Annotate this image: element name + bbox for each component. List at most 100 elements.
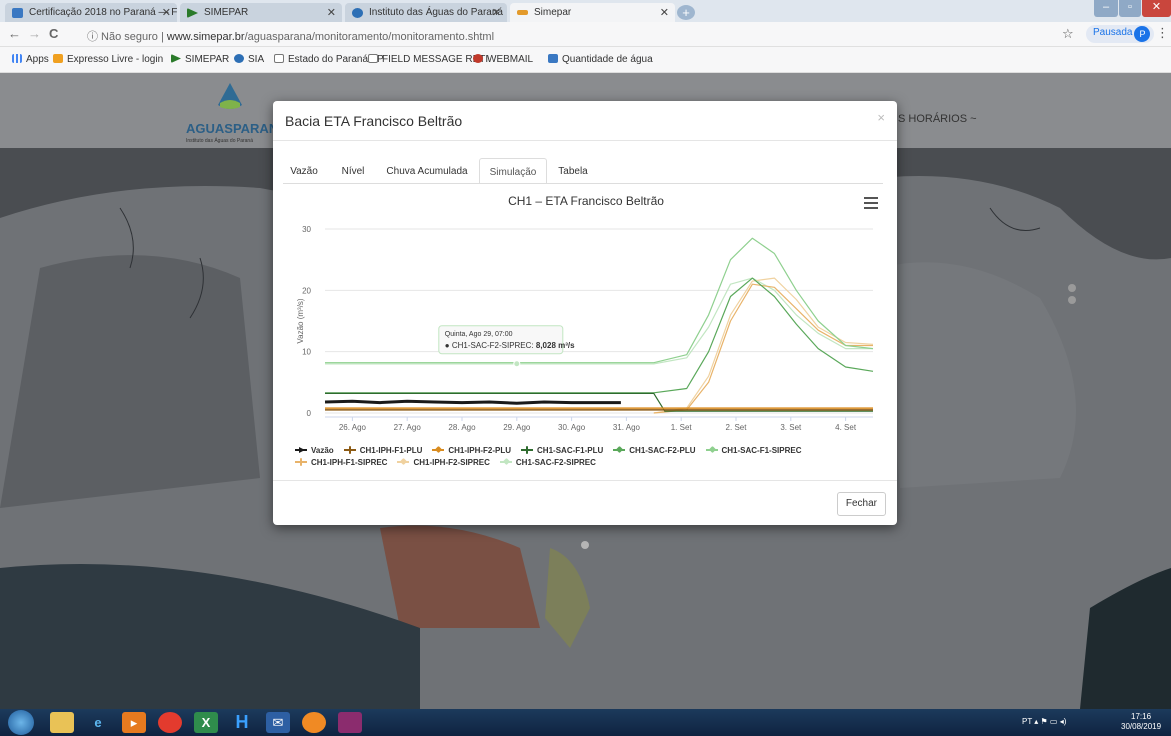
modal-title: Bacia ETA Francisco Beltrão — [285, 113, 463, 129]
legend-label: CH1-SAC-F1-PLU — [537, 446, 604, 455]
start-button[interactable] — [8, 710, 34, 735]
chart-legend: Vazão CH1-IPH-F1-PLU CH1-IPH-F2-PLU CH1-SAC… — [295, 445, 875, 469]
x-tick-label: 4. Set — [835, 423, 857, 432]
simulation-chart: CH1 – ETA Francisco Beltrão 0 10 20 30 26. A… — [291, 187, 881, 477]
browser-tab-simepar-active[interactable]: Simepar ✕ — [510, 3, 675, 22]
explorer-icon[interactable] — [50, 712, 74, 733]
security-indicator[interactable]: ⓘ Não seguro — [87, 31, 158, 43]
legend-marker — [705, 445, 718, 454]
fechar-button[interactable]: Fechar — [836, 492, 886, 516]
tray-language[interactable]: PT ▴ ⚑ ▭ ◂) — [1022, 717, 1066, 726]
outlook-icon[interactable]: ✉ — [266, 712, 290, 733]
favicon-icon — [187, 8, 198, 18]
series-line — [325, 277, 873, 365]
legend-label: CH1-IPH-F1-PLU — [359, 446, 423, 455]
y-tick-label: 0 — [307, 409, 312, 418]
legend-item[interactable]: CH1-SAC-F1-SIPREC — [705, 445, 802, 457]
media-player-icon[interactable]: ▸ — [122, 712, 146, 733]
tab-chuva-acumulada[interactable]: Chuva Acumulada — [379, 158, 475, 184]
legend-item[interactable]: CH1-SAC-F1-PLU — [521, 445, 603, 457]
bookmark-expresso[interactable]: Expresso Livre - login — [53, 54, 163, 65]
browser-tab-certificacao[interactable]: Certificação 2018 no Paraná — F ✕ — [5, 3, 177, 22]
tab-vazao[interactable]: Vazão — [283, 158, 325, 184]
page-icon — [368, 54, 378, 63]
bookmark-simepar[interactable]: SIMEPAR — [171, 54, 229, 65]
y-axis-label: Vazão (m³/s) — [296, 298, 305, 344]
legend-label: CH1-SAC-F2-SIPREC — [515, 458, 596, 467]
close-tab-icon[interactable]: ✕ — [327, 6, 336, 19]
tooltip-date: Quinta, Ago 29, 07:00 — [445, 331, 513, 338]
firefox-icon[interactable] — [302, 712, 326, 733]
legend-item[interactable]: CH1-SAC-F2-PLU — [613, 445, 696, 457]
url-path: /aguasparana/monitoramento/monitoramento… — [244, 31, 495, 43]
legend-label: CH1-SAC-F2-PLU — [629, 446, 696, 455]
winrar-icon[interactable] — [338, 712, 362, 733]
url-host: www.simepar.br — [166, 31, 245, 43]
bookmark-label: SIA — [248, 54, 265, 65]
site-menu-horarios[interactable]: S HORÁRIOS ~ — [898, 113, 977, 125]
water-drop-icon — [218, 83, 242, 109]
webmail-icon — [473, 54, 483, 63]
x-tick-label: 31. Ago — [613, 423, 641, 432]
browser-menu-icon[interactable]: ⋮ — [1156, 25, 1169, 41]
tab-title: Simepar — [534, 7, 572, 18]
legend-item[interactable]: CH1-IPH-F2-PLU — [432, 445, 511, 457]
tab-title: Certificação 2018 no Paraná — F — [29, 7, 177, 18]
legend-item[interactable]: CH1-IPH-F1-PLU — [343, 445, 423, 457]
new-tab-button[interactable]: + — [677, 5, 695, 20]
legend-label: CH1-SAC-F1-SIPREC — [721, 446, 802, 455]
legend-label: CH1-IPH-F2-SIPREC — [413, 458, 490, 467]
modal-tabs: Vazão Nível Chuva Acumulada Simulação Ta… — [283, 158, 883, 184]
browser-tab-aguas[interactable]: Instituto das Águas do Paraná ✕ — [345, 3, 507, 22]
tab-tabela[interactable]: Tabela — [551, 158, 595, 184]
bookmark-field-message[interactable]: FIELD MESSAGE RETI — [368, 54, 488, 65]
reload-button[interactable]: C — [49, 26, 58, 41]
profile-button[interactable]: Pausada P — [1086, 25, 1155, 43]
series-line — [325, 237, 874, 364]
tab-nivel[interactable]: Nível — [333, 158, 373, 184]
excel-icon[interactable]: X — [194, 712, 218, 733]
x-tick-label: 29. Ago — [503, 423, 531, 432]
bookmark-webmail[interactable]: WEBMAIL — [473, 54, 533, 65]
series-line — [653, 283, 873, 414]
clock-date: 30/08/2019 — [1121, 722, 1162, 731]
legend-item[interactable]: Vazão — [295, 445, 334, 457]
browser-tab-simepar[interactable]: SIMEPAR ✕ — [180, 3, 342, 22]
system-clock[interactable]: 17:16 30/08/2019 — [1121, 712, 1161, 732]
bookmark-star-icon[interactable]: ☆ — [1062, 26, 1074, 42]
language-label: PT — [1022, 717, 1033, 726]
close-tab-icon[interactable]: ✕ — [162, 6, 171, 19]
window-close-button[interactable]: ✕ — [1142, 0, 1171, 17]
apps-grid-icon — [12, 54, 22, 63]
tab-simulacao[interactable]: Simulação — [479, 158, 547, 184]
profile-status: Pausada — [1093, 27, 1133, 38]
bookmark-sia[interactable]: SIA — [234, 54, 264, 65]
minimize-button[interactable]: – — [1094, 0, 1118, 17]
modal-close-icon[interactable]: × — [877, 110, 885, 125]
site-logo[interactable]: AGUASPARANÁ Instituto das Águas do Paran… — [186, 83, 288, 144]
legend-item[interactable]: CH1-IPH-F2-SIPREC — [397, 457, 490, 469]
address-bar[interactable]: ⓘ Não seguro | www.simepar.br/aguasparan… — [87, 25, 1127, 44]
h-app-icon[interactable]: H — [230, 712, 254, 733]
legend-item[interactable]: CH1-IPH-F1-SIPREC — [295, 457, 387, 469]
bookmark-quantidade[interactable]: Quantidade de água — [548, 54, 653, 65]
legend-item[interactable]: CH1-SAC-F2-SIPREC — [499, 457, 596, 469]
forward-button[interactable]: → — [28, 26, 41, 41]
avatar: P — [1134, 26, 1151, 42]
close-tab-icon[interactable]: ✕ — [660, 6, 669, 19]
legend-marker — [613, 445, 626, 454]
back-button[interactable]: ← — [8, 26, 21, 41]
legend-marker — [521, 446, 534, 454]
tooltip-value: 8,028 m³/s — [536, 341, 575, 350]
legend-marker — [295, 458, 307, 466]
close-tab-icon[interactable]: ✕ — [492, 6, 501, 19]
chrome-icon[interactable] — [158, 712, 182, 733]
x-tick-label: 2. Set — [726, 423, 748, 432]
maximize-button[interactable]: ▫ — [1119, 0, 1141, 17]
bookmark-apps[interactable]: Apps — [12, 54, 49, 65]
address-separator: | — [161, 31, 164, 43]
ie-icon[interactable]: e — [86, 712, 110, 733]
legend-label: CH1-IPH-F2-PLU — [448, 446, 512, 455]
modal-header: Bacia ETA Francisco Beltrão × — [273, 101, 897, 141]
modal-footer: Fechar — [273, 480, 897, 525]
